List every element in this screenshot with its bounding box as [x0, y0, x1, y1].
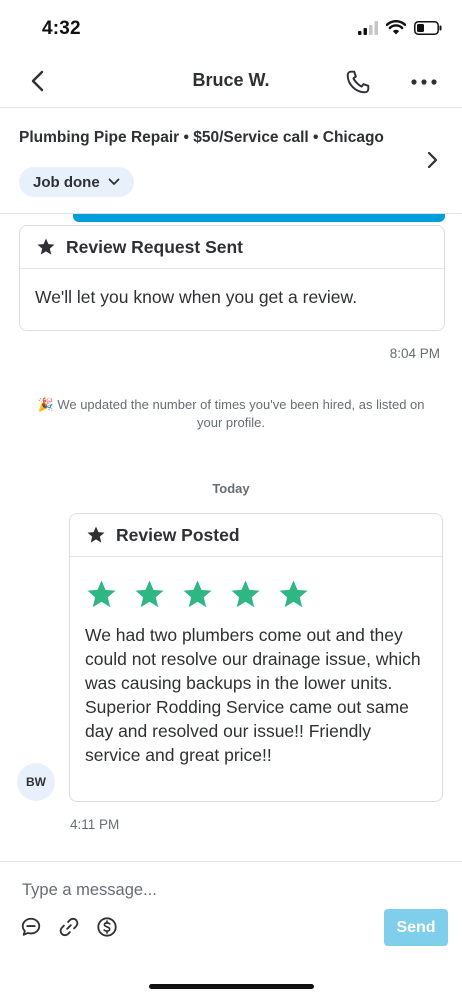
rating-stars: [70, 557, 442, 617]
review-posted-title: Review Posted: [116, 524, 240, 545]
rating-star-icon: [135, 579, 164, 607]
job-summary-bar[interactable]: Plumbing Pipe Repair • $50/Service call …: [0, 108, 462, 214]
payment-button[interactable]: [95, 915, 119, 939]
message-input[interactable]: [22, 876, 422, 904]
message-timestamp: 8:04 PM: [389, 346, 440, 361]
star-icon: [37, 238, 55, 255]
status-bar: 4:32: [0, 0, 462, 56]
link-icon: [59, 917, 79, 937]
job-status-dropdown[interactable]: Job done: [19, 167, 134, 197]
rating-star-icon: [87, 579, 116, 607]
phone-icon: [346, 70, 370, 94]
system-notice-text: We updated the number of times you've be…: [57, 397, 425, 430]
status-time: 4:32: [42, 18, 81, 39]
chevron-right-icon: [427, 151, 438, 169]
rating-star-icon: [279, 579, 308, 607]
send-button[interactable]: Send: [384, 909, 448, 946]
chevron-down-icon: [108, 178, 120, 185]
review-posted-header: Review Posted: [70, 514, 442, 557]
more-options-button[interactable]: [408, 66, 440, 98]
more-horizontal-icon: [411, 79, 437, 85]
quick-reply-button[interactable]: [19, 915, 43, 939]
avatar[interactable]: BW: [17, 763, 55, 801]
wifi-icon: [386, 20, 406, 35]
job-details-chevron[interactable]: [422, 150, 442, 170]
attach-button[interactable]: [57, 915, 81, 939]
status-icons: [358, 20, 442, 35]
rating-star-icon: [183, 579, 212, 607]
job-title: Plumbing Pipe Repair • $50/Service call …: [19, 129, 384, 146]
review-request-title: Review Request Sent: [66, 236, 243, 257]
composer-tools: [19, 915, 119, 939]
rating-star-icon: [231, 579, 260, 607]
home-indicator: [149, 984, 314, 989]
message-composer: Send: [0, 861, 462, 1000]
contact-name: Bruce W.: [192, 70, 270, 90]
review-request-body: We'll let you know when you get a review…: [35, 287, 358, 307]
star-icon: [87, 526, 105, 543]
date-divider: Today: [212, 481, 250, 496]
job-status-label: Job done: [33, 173, 100, 191]
review-request-header: Review Request Sent: [20, 226, 444, 269]
review-posted-card: Review Posted We had two plumbers come o…: [69, 513, 443, 802]
party-popper-icon: 🎉: [37, 397, 54, 412]
call-button[interactable]: [342, 66, 374, 98]
previous-message-edge: [73, 214, 445, 222]
chat-bubble-icon: [21, 917, 41, 936]
cellular-signal-icon: [358, 20, 378, 35]
battery-icon: [414, 20, 442, 35]
dollar-circle-icon: [97, 917, 117, 937]
review-text: We had two plumbers come out and they co…: [85, 625, 421, 765]
conversation-header: Bruce W.: [0, 56, 462, 108]
message-timestamp: 4:11 PM: [70, 817, 120, 832]
system-notice: 🎉 We updated the number of times you've …: [30, 396, 432, 432]
review-request-card: Review Request Sent We'll let you know w…: [19, 225, 445, 331]
